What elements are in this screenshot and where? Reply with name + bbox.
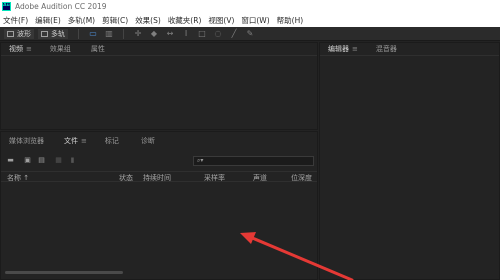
column-sample-rate[interactable]: 采样率 [204,173,225,183]
tab-editor[interactable]: 编辑器 [328,44,349,54]
menu-window[interactable]: 窗口(W) [241,15,269,26]
time-selection-icon[interactable]: I [181,29,191,39]
waveform-button[interactable]: 波形 [4,28,34,39]
files-panel: 媒体浏览器 文件 ≡ 标记 诊断 ▬ ▣ ▤ ▦ ▮ ⌕▾ 名称 ↑ 状态 持续… [0,131,318,280]
multitrack-button[interactable]: 多轨 [38,28,68,39]
panel-menu-icon[interactable]: ≡ [26,45,32,53]
window-title: Adobe Audition CC 2019 [15,2,107,11]
tab-markers[interactable]: 标记 [105,136,119,146]
panel-menu-icon[interactable]: ≡ [352,45,358,53]
search-icon: ⌕▾ [197,157,204,164]
slip-tool-icon[interactable]: ↔ [165,29,175,39]
title-bar: Au Adobe Audition CC 2019 [0,0,500,13]
tab-files[interactable]: 文件 [64,136,78,146]
search-input[interactable]: ⌕▾ [193,156,314,166]
editor-panel-tabs: 编辑器 ≡ 混音器 [320,43,499,56]
menu-edit[interactable]: 编辑(E) [35,15,61,26]
tab-video[interactable]: 视频 [9,44,23,54]
files-column-headers: 名称 ↑ 状态 持续时间 采样率 声道 位深度 [1,171,317,182]
menu-favorites[interactable]: 收藏夹(R) [168,15,202,26]
menu-bar: 文件(F) 编辑(E) 多轨(M) 剪辑(C) 效果(S) 收藏夹(R) 视图(… [0,13,500,27]
files-panel-tabs: 媒体浏览器 文件 ≡ 标记 诊断 [1,132,317,150]
column-name[interactable]: 名称 ↑ [7,173,29,183]
top-left-panel-tabs: 视频 ≡ 效果组 属性 [1,43,317,56]
tab-media-browser[interactable]: 媒体浏览器 [9,136,44,146]
waveform-label: 波形 [17,29,31,38]
multitrack-icon [41,30,48,37]
tab-diagnostics[interactable]: 诊断 [141,136,155,146]
multitrack-label: 多轨 [51,29,65,38]
menu-clip[interactable]: 剪辑(C) [102,15,128,26]
menu-file[interactable]: 文件(F) [3,15,28,26]
new-file-icon[interactable]: ▤ [37,156,46,164]
pitch-display-icon[interactable]: ▥ [104,29,114,39]
spot-healing-icon[interactable]: ✎ [245,29,255,39]
menu-multitrack[interactable]: 多轨(M) [68,15,95,26]
razor-tool-icon[interactable]: ◆ [149,29,159,39]
delete-file-icon[interactable]: ▮ [68,156,77,164]
audition-logo: Au [2,2,11,11]
tab-mixer[interactable]: 混音器 [376,44,397,54]
column-status[interactable]: 状态 [119,173,133,183]
menu-help[interactable]: 帮助(H) [277,15,304,26]
lasso-tool-icon[interactable]: ◌ [213,29,223,39]
editor-panel: 编辑器 ≡ 混音器 [319,42,500,280]
menu-effects[interactable]: 效果(S) [135,15,161,26]
move-tool-icon[interactable]: ✛ [133,29,143,39]
column-channels[interactable]: 声道 [253,173,267,183]
marquee-tool-icon[interactable]: □ [197,29,207,39]
import-file-icon[interactable]: ▣ [23,156,32,164]
panel-menu-icon[interactable]: ≡ [81,137,87,145]
spectral-display-icon[interactable]: ▭ [88,29,98,39]
column-bit-depth[interactable]: 位深度 [291,173,312,183]
waveform-icon [7,30,14,37]
toolbar-divider [123,28,124,39]
column-duration[interactable]: 持续时间 [143,173,171,183]
open-file-icon[interactable]: ▬ [6,156,15,164]
brush-tool-icon[interactable]: ╱ [229,29,239,39]
tab-effects-rack[interactable]: 效果组 [50,44,71,54]
toolbar-divider [78,28,79,39]
main-toolbar: 波形 多轨 ▭ ▥ ✛ ◆ ↔ I □ ◌ ╱ ✎ [0,27,500,41]
menu-view[interactable]: 视图(V) [208,15,234,26]
horizontal-scrollbar[interactable] [5,271,123,274]
tab-properties[interactable]: 属性 [91,44,105,54]
top-left-panel: 视频 ≡ 效果组 属性 [0,42,318,130]
insert-into-multitrack-icon[interactable]: ▦ [54,156,63,164]
